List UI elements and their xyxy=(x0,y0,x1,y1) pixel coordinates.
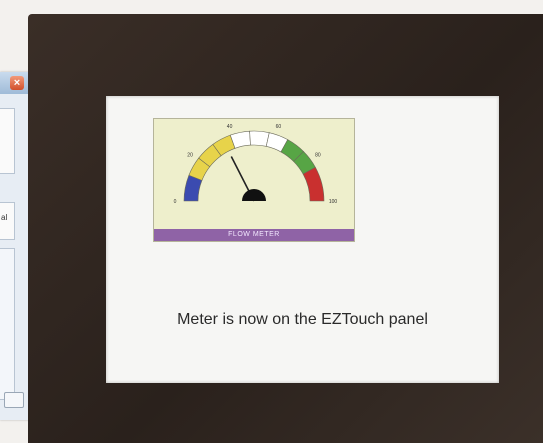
close-icon[interactable]: × xyxy=(10,76,24,90)
dialog-dropdown[interactable]: al xyxy=(0,202,15,240)
flow-meter[interactable]: 0 20 40 60 80 100 FLOW METER xyxy=(153,118,355,242)
meter-scale-segment xyxy=(302,166,325,202)
meter-scale-label: 100 xyxy=(329,199,338,205)
meter-scale-label: 0 xyxy=(174,199,177,205)
meter-scale-segment xyxy=(249,130,270,147)
eztouch-panel-bezel: 0 20 40 60 80 100 FLOW METER Meter is now on … xyxy=(28,14,543,443)
dialog-titlebar: × xyxy=(0,72,30,94)
panel-screen: 0 20 40 60 80 100 FLOW METER Meter is now on … xyxy=(106,96,499,383)
dialog-field[interactable] xyxy=(0,108,15,174)
meter-scale-label: 40 xyxy=(227,124,233,130)
dialog-button[interactable] xyxy=(4,392,24,408)
meter-hub xyxy=(242,189,266,201)
meter-scale-label: 80 xyxy=(315,153,321,159)
meter-scale-label: 20 xyxy=(187,153,193,159)
configuration-dialog: × al xyxy=(0,72,31,420)
dialog-field-text: al xyxy=(1,213,8,222)
dialog-panel xyxy=(0,248,15,400)
meter-gauge: 0 20 40 60 80 100 xyxy=(174,124,338,205)
meter-scale-label: 60 xyxy=(276,124,282,130)
meter-title: FLOW METER xyxy=(154,229,354,241)
status-message: Meter is now on the EZTouch panel xyxy=(177,311,428,328)
